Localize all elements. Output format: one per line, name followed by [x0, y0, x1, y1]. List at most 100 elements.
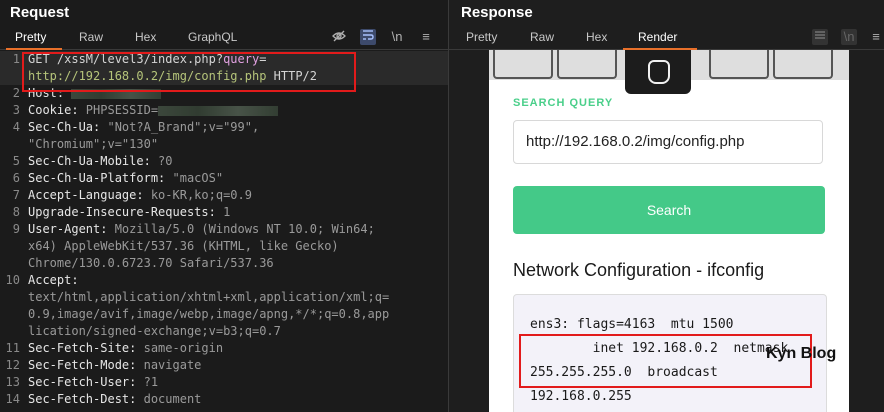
response-title: Response	[461, 4, 533, 21]
line-content: Sec-Ch-Ua-Platform: "macOS"	[28, 170, 223, 187]
wrap-lines-icon	[812, 29, 828, 45]
line-number: 14	[5, 392, 20, 406]
code-token: Sec-Fetch-Dest:	[28, 392, 144, 406]
line-content: Chrome/130.0.6723.70 Safari/537.36	[28, 255, 274, 272]
line-number: 5	[12, 154, 20, 168]
request-line: 4 Sec-Ch-Ua: "Not?A_Brand";v="99",	[0, 119, 448, 136]
request-line: 13 Sec-Fetch-User: ?1	[0, 374, 448, 391]
search-query-label: SEARCH QUERY	[513, 97, 614, 109]
code-token: "macOS"	[172, 171, 224, 185]
code-token: Sec-Fetch-User:	[28, 375, 144, 389]
code-token: Cookie:	[28, 103, 86, 117]
line-number: 7	[12, 188, 20, 202]
line-content: Sec-Fetch-User: ?1	[28, 374, 158, 391]
search-button[interactable]: Search	[513, 186, 825, 234]
illustration-box	[557, 50, 617, 79]
code-token: x64) AppleWebKit/537.36 (KHTML, like Gec…	[28, 239, 339, 253]
line-number: 9	[12, 222, 20, 236]
request-line: 7 Accept-Language: ko-KR,ko;q=0.9	[0, 187, 448, 204]
tab-hex[interactable]: Hex	[586, 30, 607, 44]
request-line: 8 Upgrade-Insecure-Requests: 1	[0, 204, 448, 221]
code-token: Chrome/130.0.6723.70 Safari/537.36	[28, 256, 274, 270]
request-pane: Request Pretty Raw Hex GraphQL \n ≡ 1 GET…	[0, 0, 448, 412]
code-token: Accept-Language:	[28, 188, 151, 202]
search-input[interactable]: http://192.168.0.2/img/config.php	[513, 120, 823, 164]
request-line: 3 Cookie: PHPSESSID=	[0, 102, 448, 119]
code-token: ?1	[143, 375, 159, 389]
request-line: 12 Sec-Fetch-Mode: navigate	[0, 357, 448, 374]
request-body[interactable]: 1 GET /xssM/level3/index.php?query= http:/…	[0, 51, 448, 408]
line-number: 11	[5, 341, 20, 355]
line-number: 1	[12, 52, 20, 66]
newline-icon: \n	[841, 29, 857, 45]
line-content: lication/signed-exchange;v=b3;q=0.7	[28, 323, 281, 340]
request-line: "Chromium";v="130"	[0, 136, 448, 153]
code-token: PHPSESSID=	[85, 103, 159, 117]
line-content: Upgrade-Insecure-Requests: 1	[28, 204, 230, 221]
code-token: text/html,application/xhtml+xml,applicat…	[28, 290, 390, 304]
active-tab-indicator	[6, 48, 62, 50]
line-number: 6	[12, 171, 20, 185]
illustration-box	[709, 50, 769, 79]
line-content: "Chromium";v="130"	[28, 136, 158, 153]
code-token: ?0	[158, 154, 173, 168]
code-token: same-origin	[143, 341, 224, 355]
line-number: 13	[5, 375, 20, 389]
request-line: 11 Sec-Fetch-Site: same-origin	[0, 340, 448, 357]
menu-icon[interactable]: ≡	[868, 29, 884, 45]
request-line: text/html,application/xhtml+xml,applicat…	[0, 289, 448, 306]
code-token: Sec-Fetch-Mode:	[28, 358, 144, 372]
tab-hex[interactable]: Hex	[135, 30, 156, 44]
code-token: Sec-Ch-Ua:	[28, 120, 108, 134]
menu-icon[interactable]: ≡	[418, 29, 434, 45]
line-content: Accept:	[28, 272, 79, 289]
line-number: 2	[12, 86, 20, 100]
code-token: lication/signed-exchange;v=b3;q=0.7	[28, 324, 281, 338]
code-token: User-Agent:	[28, 222, 115, 236]
request-line: 5 Sec-Ch-Ua-Mobile: ?0	[0, 153, 448, 170]
tab-pretty[interactable]: Pretty	[15, 30, 46, 44]
eye-off-icon[interactable]	[331, 29, 347, 45]
wrap-lines-icon[interactable]	[360, 29, 376, 45]
tab-raw[interactable]: Raw	[530, 30, 554, 44]
line-content: Cookie: PHPSESSID=	[28, 102, 279, 119]
code-token: 0.9,image/avif,image/webp,image/apng,*/*…	[28, 307, 390, 321]
code-token: Accept:	[28, 273, 79, 287]
code-token: "Not?A_Brand";v="99",	[107, 120, 260, 134]
line-number: 8	[12, 205, 20, 219]
network-config-heading: Network Configuration - ifconfig	[513, 260, 765, 280]
line-content: Sec-Fetch-Site: same-origin	[28, 340, 223, 357]
tab-graphql[interactable]: GraphQL	[188, 30, 237, 44]
request-tabs: Pretty Raw Hex GraphQL \n ≡	[0, 27, 448, 50]
line-content: x64) AppleWebKit/537.36 (KHTML, like Gec…	[28, 238, 339, 255]
line-number: 10	[5, 273, 20, 287]
request-title: Request	[10, 4, 70, 21]
line-content: Sec-Fetch-Dest: document	[28, 391, 201, 408]
request-line: 14 Sec-Fetch-Dest: document	[0, 391, 448, 408]
code-token: Upgrade-Insecure-Requests:	[28, 205, 224, 219]
line-number: 12	[5, 358, 20, 372]
line-content: text/html,application/xhtml+xml,applicat…	[28, 289, 389, 306]
shield-icon	[648, 60, 670, 84]
illustration-box	[773, 50, 833, 79]
code-token: navigate	[143, 358, 202, 372]
code-token: Sec-Ch-Ua-Mobile:	[28, 154, 159, 168]
code-token: Sec-Fetch-Site:	[28, 341, 144, 355]
tab-raw[interactable]: Raw	[79, 30, 103, 44]
tab-render[interactable]: Render	[638, 30, 677, 44]
tab-pretty[interactable]: Pretty	[466, 30, 497, 44]
illustration-box	[493, 50, 553, 79]
code-token: Sec-Ch-Ua-Platform:	[28, 171, 173, 185]
line-number: 3	[12, 103, 20, 117]
request-line: 0.9,image/avif,image/webp,image/apng,*/*…	[0, 306, 448, 323]
line-content: Accept-Language: ko-KR,ko;q=0.9	[28, 187, 252, 204]
response-tabs: Pretty Raw Hex Render \n ≡	[449, 27, 884, 50]
code-token: Mozilla/5.0 (Windows NT 10.0; Win64;	[114, 222, 375, 236]
request-line: x64) AppleWebKit/537.36 (KHTML, like Gec…	[0, 238, 448, 255]
line-content: 0.9,image/avif,image/webp,image/apng,*/*…	[28, 306, 389, 323]
newline-icon[interactable]: \n	[389, 29, 405, 45]
code-token: document	[143, 392, 202, 406]
line-content: Sec-Ch-Ua: "Not?A_Brand";v="99",	[28, 119, 259, 136]
watermark: Kyn Blog	[766, 345, 837, 362]
request-line: 6 Sec-Ch-Ua-Platform: "macOS"	[0, 170, 448, 187]
